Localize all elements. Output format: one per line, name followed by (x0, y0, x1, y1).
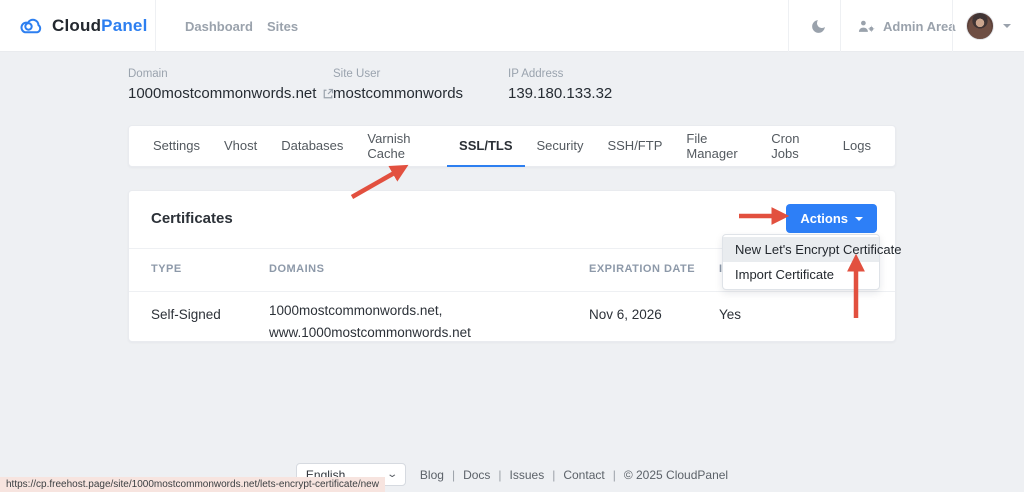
admin-area-link[interactable]: Admin Area (858, 0, 955, 52)
menu-item-new-lets-encrypt-certificate[interactable]: New Let's Encrypt Certificate (723, 237, 879, 262)
cell-expiration-date: Nov 6, 2026 (589, 304, 662, 326)
site-user-label: Site User (333, 68, 463, 80)
tab-security[interactable]: Security (525, 126, 596, 167)
tab-settings[interactable]: Settings (141, 126, 212, 167)
copyright: © 2025 CloudPanel (624, 468, 728, 482)
ip-address-field: IP Address 139.180.133.32 (508, 68, 612, 102)
navbar-divider (840, 0, 841, 52)
menu-item-import-certificate[interactable]: Import Certificate (723, 262, 879, 287)
table-row: Self-Signed 1000mostcommonwords.net, www… (129, 292, 895, 343)
site-user-value: mostcommonwords (333, 85, 463, 102)
navbar-divider (155, 0, 156, 52)
dark-mode-toggle[interactable] (810, 0, 827, 52)
users-gear-icon (858, 19, 876, 34)
nav-link-sites[interactable]: Sites (267, 0, 298, 52)
site-user-field: Site User mostcommonwords (333, 68, 463, 102)
domain-field: Domain 1000mostcommonwords.net (128, 68, 334, 102)
domain-line-1: 1000mostcommonwords.net, (269, 303, 442, 318)
tab-varnish-cache[interactable]: Varnish Cache (355, 126, 447, 167)
site-info-bar: Domain 1000mostcommonwords.net Site User… (128, 68, 896, 108)
tab-logs[interactable]: Logs (831, 126, 883, 167)
separator: | (552, 468, 555, 482)
site-tabs: Settings Vhost Databases Varnish Cache S… (128, 125, 896, 167)
tab-ssh-ftp[interactable]: SSH/FTP (595, 126, 674, 167)
domain-label: Domain (128, 68, 334, 80)
domain-value: 1000mostcommonwords.net (128, 85, 316, 102)
chevron-down-icon (855, 217, 863, 221)
footer-link-docs[interactable]: Docs (463, 468, 490, 482)
domain-line-2: www.1000mostcommonwords.net (269, 325, 471, 340)
cell-type: Self-Signed (151, 304, 221, 326)
user-menu[interactable] (966, 0, 1011, 52)
tab-cron-jobs[interactable]: Cron Jobs (759, 126, 831, 167)
footer-link-contact[interactable]: Contact (563, 468, 604, 482)
avatar (966, 12, 994, 40)
footer-link-issues[interactable]: Issues (510, 468, 545, 482)
cell-domains: 1000mostcommonwords.net, www.1000mostcom… (269, 300, 471, 344)
top-navbar: CloudPanel Dashboard Sites Admi (0, 0, 1024, 52)
chevron-down-icon (1003, 24, 1011, 28)
column-header-type: Type (151, 263, 182, 275)
ip-address-label: IP Address (508, 68, 612, 80)
separator: | (613, 468, 616, 482)
tab-ssl-tls[interactable]: SSL/TLS (447, 126, 524, 167)
actions-dropdown-menu: New Let's Encrypt Certificate Import Cer… (722, 234, 880, 290)
actions-button-label: Actions (800, 211, 848, 226)
cloud-logo-icon (18, 16, 44, 36)
column-header-domains: Domains (269, 263, 324, 275)
footer-link-blog[interactable]: Blog (420, 468, 444, 482)
separator: | (452, 468, 455, 482)
admin-area-label: Admin Area (883, 19, 955, 34)
column-header-expiration-date: Expiration Date (589, 263, 695, 275)
link-preview-status-bar: https://cp.freehost.page/site/1000mostco… (0, 477, 385, 492)
separator: | (498, 468, 501, 482)
tab-vhost[interactable]: Vhost (212, 126, 269, 167)
ip-address-value: 139.180.133.32 (508, 85, 612, 102)
nav-link-dashboard[interactable]: Dashboard (185, 0, 253, 52)
navbar-divider (952, 0, 953, 52)
brand-name: CloudPanel (52, 16, 148, 36)
certificates-title: Certificates (151, 210, 233, 227)
tab-databases[interactable]: Databases (269, 126, 355, 167)
cloudpanel-page: CloudPanel Dashboard Sites Admi (0, 0, 1024, 492)
brand-logo[interactable]: CloudPanel (18, 0, 148, 52)
tab-file-manager[interactable]: File Manager (674, 126, 759, 167)
navbar-divider (788, 0, 789, 52)
cell-in-use: Yes (719, 304, 741, 326)
chevron-down-icon: ⌄ (386, 469, 398, 480)
actions-button[interactable]: Actions (786, 204, 877, 233)
footer-links: Blog | Docs | Issues | Contact | © 2025 … (420, 468, 728, 482)
moon-icon (810, 18, 827, 35)
